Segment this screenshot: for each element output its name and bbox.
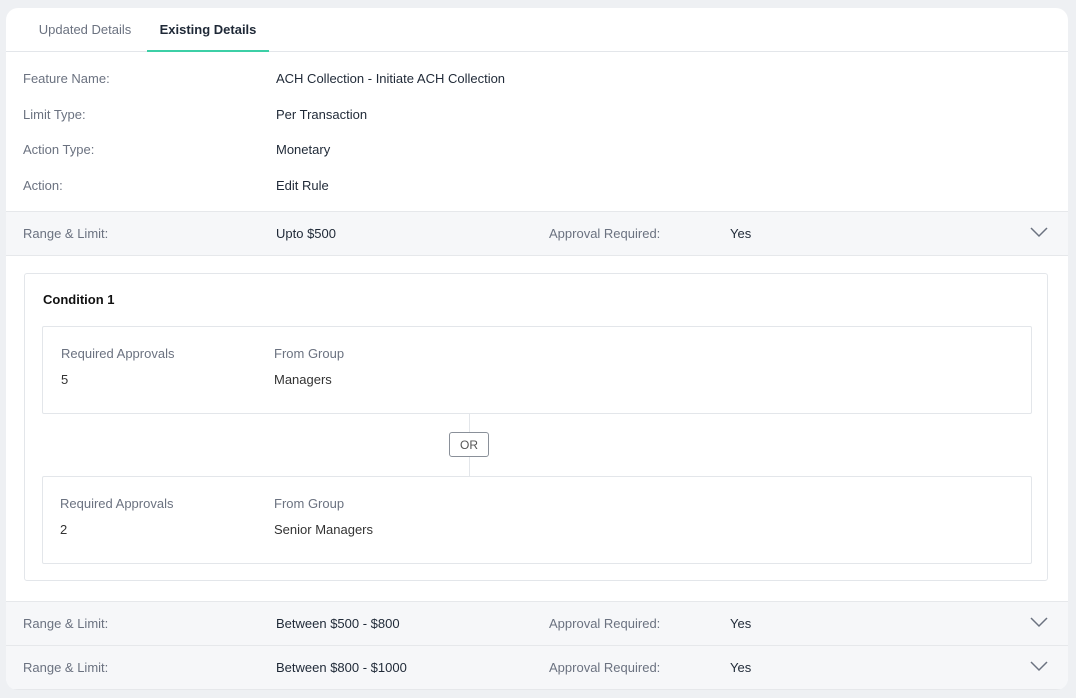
approval-required-value: Yes [730,226,752,241]
details-card: Updated Details Existing Details Feature… [6,8,1068,690]
approval-required-value: Yes [730,660,752,675]
chevron-down-icon[interactable] [1028,658,1050,674]
approval-required-value: Yes [730,616,752,631]
action-type-value: Monetary [276,142,331,157]
action-type-label: Action Type: [23,142,95,157]
connector-line [469,414,470,432]
range-limit-label: Range & Limit: [23,660,109,675]
range-limit-value: Upto $500 [276,226,336,241]
required-approvals-value: 2 [60,522,68,537]
condition-title: Condition 1 [43,292,115,307]
range-limit-label: Range & Limit: [23,616,109,631]
approval-box: Required Approvals From Group 5 Managers [42,326,1032,414]
approval-required-label: Approval Required: [549,616,661,631]
chevron-down-icon[interactable] [1028,614,1050,630]
range-limit-label: Range & Limit: [23,226,109,241]
range-row[interactable]: Range & Limit: Between $500 - $800 Appro… [6,601,1068,646]
connector-line [469,457,470,476]
range-row[interactable]: Range & Limit: Upto $500 Approval Requir… [6,211,1068,256]
tab-bar: Updated Details Existing Details [6,8,1068,52]
range-row[interactable]: Range & Limit: Between $800 - $1000 Appr… [6,645,1068,690]
action-value: Edit Rule [276,178,329,193]
tab-existing-details[interactable]: Existing Details [147,8,269,52]
required-approvals-value: 5 [61,372,69,387]
from-group-header: From Group [274,346,345,361]
feature-name-value: ACH Collection - Initiate ACH Collection [276,71,506,86]
chevron-down-icon[interactable] [1028,224,1050,240]
or-separator: OR [449,432,489,457]
limit-type-value: Per Transaction [276,107,368,122]
range-limit-value: Between $500 - $800 [276,616,400,631]
approval-required-label: Approval Required: [549,226,661,241]
tab-updated-details[interactable]: Updated Details [23,8,147,51]
required-approvals-header: Required Approvals [61,346,175,361]
feature-name-label: Feature Name: [23,71,110,86]
action-label: Action: [23,178,63,193]
approval-required-label: Approval Required: [549,660,661,675]
from-group-value: Senior Managers [274,522,373,537]
approval-box: Required Approvals From Group 2 Senior M… [42,476,1032,564]
from-group-header: From Group [274,496,345,511]
range-limit-value: Between $800 - $1000 [276,660,407,675]
limit-type-label: Limit Type: [23,107,86,122]
required-approvals-header: Required Approvals [60,496,174,511]
from-group-value: Managers [274,372,332,387]
condition-panel: Condition 1 Required Approvals From Grou… [24,273,1048,581]
